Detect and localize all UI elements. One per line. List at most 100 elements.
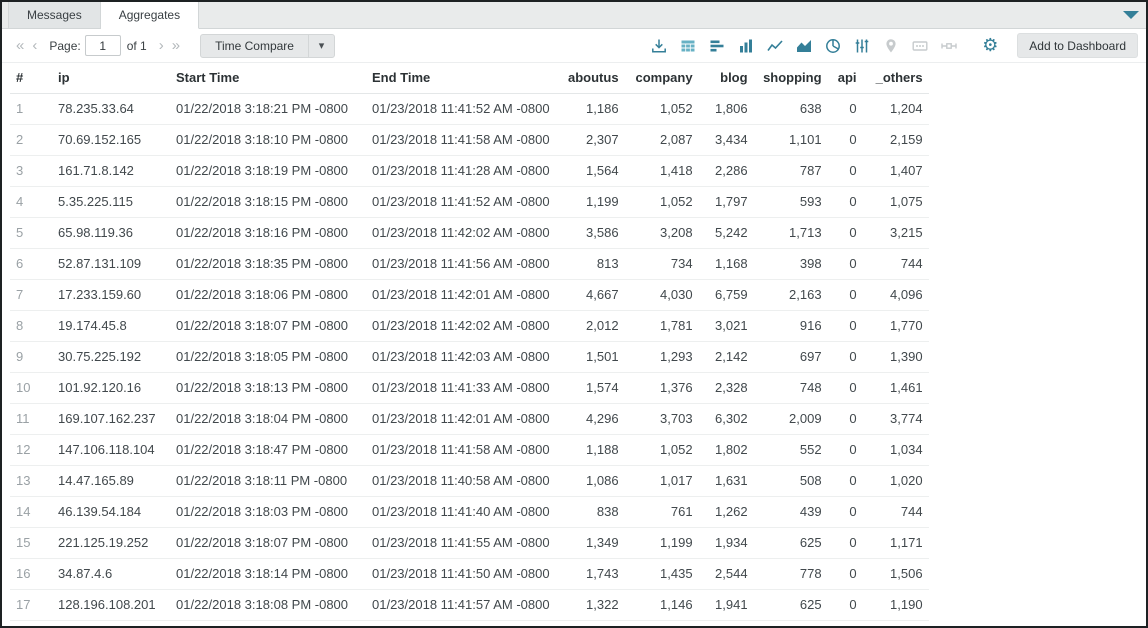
column-header-aboutus[interactable]: aboutus (562, 63, 625, 93)
cell-start-time: 01/22/2018 3:18:03 PM -0800 (170, 496, 366, 527)
cell-end-time: 01/23/2018 11:41:56 AM -0800 (366, 248, 562, 279)
cell-end-time: 01/23/2018 11:41:58 AM -0800 (366, 434, 562, 465)
cell-ip: 14.47.165.89 (52, 465, 170, 496)
column-header-end-time[interactable]: End Time (366, 63, 562, 93)
cell-api: 0 (828, 279, 863, 310)
cell-others: 3,215 (863, 217, 929, 248)
cell-blog: 1,941 (699, 589, 754, 620)
cell-aboutus: 1,188 (562, 434, 625, 465)
cell-end-time: 01/23/2018 11:40:58 AM -0800 (366, 465, 562, 496)
column-header-start-time[interactable]: Start Time (170, 63, 366, 93)
cell-api: 0 (828, 589, 863, 620)
cell-end-time: 01/23/2018 11:42:01 AM -0800 (366, 279, 562, 310)
cell-api: 0 (828, 403, 863, 434)
next-page-button[interactable]: › (155, 36, 168, 55)
cell-row-number: 1 (10, 93, 52, 124)
tab-aggregates[interactable]: Aggregates (101, 2, 199, 29)
column-header-others[interactable]: _others (863, 63, 929, 93)
column-header-ip[interactable]: ip (52, 63, 170, 93)
time-compare-dropdown[interactable]: ▾ (308, 35, 334, 57)
table-row[interactable]: 819.174.45.801/22/2018 3:18:07 PM -08000… (10, 310, 929, 341)
page-number-input[interactable] (85, 35, 121, 56)
cell-blog: 1,802 (699, 434, 754, 465)
cell-ip: 147.106.118.104 (52, 434, 170, 465)
cell-shopping: 2,009 (754, 403, 828, 434)
cell-row-number: 3 (10, 155, 52, 186)
cell-end-time: 01/23/2018 11:41:55 AM -0800 (366, 527, 562, 558)
cell-start-time: 01/22/2018 3:18:06 PM -0800 (170, 279, 366, 310)
cell-aboutus: 1,322 (562, 589, 625, 620)
cell-api: 0 (828, 341, 863, 372)
cell-ip: 221.125.19.252 (52, 527, 170, 558)
cell-start-time: 01/22/2018 3:18:21 PM -0800 (170, 93, 366, 124)
table-row[interactable]: 10101.92.120.1601/22/2018 3:18:13 PM -08… (10, 372, 929, 403)
cell-aboutus: 1,501 (562, 341, 625, 372)
cell-shopping: 2,163 (754, 279, 828, 310)
toolbar: « ‹ Page: of 1 › » Time Compare ▾ ⚙Add t… (2, 29, 1146, 63)
cell-others: 1,034 (863, 434, 929, 465)
tab-messages[interactable]: Messages (8, 2, 101, 28)
table-row[interactable]: 930.75.225.19201/22/2018 3:18:05 PM -080… (10, 341, 929, 372)
cell-ip: 17.233.159.60 (52, 279, 170, 310)
pie-chart-icon[interactable] (821, 34, 845, 58)
table-row[interactable]: 270.69.152.16501/22/2018 3:18:10 PM -080… (10, 124, 929, 155)
cell-others: 1,075 (863, 186, 929, 217)
cell-api: 0 (828, 310, 863, 341)
cell-company: 3,703 (625, 403, 699, 434)
table-row[interactable]: 565.98.119.3601/22/2018 3:18:16 PM -0800… (10, 217, 929, 248)
table-row[interactable]: 45.35.225.11501/22/2018 3:18:15 PM -0800… (10, 186, 929, 217)
table-row[interactable]: 1446.139.54.18401/22/2018 3:18:03 PM -08… (10, 496, 929, 527)
table-view-icon[interactable] (676, 34, 700, 58)
cell-ip: 161.71.8.142 (52, 155, 170, 186)
column-header-blog[interactable]: blog (699, 63, 754, 93)
first-page-button[interactable]: « (12, 36, 28, 55)
cell-aboutus: 4,296 (562, 403, 625, 434)
column-header-row-number[interactable]: # (10, 63, 52, 93)
cell-company: 1,199 (625, 527, 699, 558)
cell-end-time: 01/23/2018 11:42:01 AM -0800 (366, 403, 562, 434)
table-row[interactable]: 17128.196.108.20101/22/2018 3:18:08 PM -… (10, 589, 929, 620)
settings-gear-icon[interactable]: ⚙ (978, 34, 1002, 58)
cell-blog: 3,021 (699, 310, 754, 341)
cell-others: 1,171 (863, 527, 929, 558)
column-header-company[interactable]: company (625, 63, 699, 93)
cell-row-number: 17 (10, 589, 52, 620)
cell-others: 1,770 (863, 310, 929, 341)
collapse-panel-icon[interactable] (1123, 11, 1139, 19)
table-row[interactable]: 717.233.159.6001/22/2018 3:18:06 PM -080… (10, 279, 929, 310)
area-chart-icon[interactable] (792, 34, 816, 58)
bar-chart-icon[interactable] (705, 34, 729, 58)
box-plot-icon[interactable] (850, 34, 874, 58)
cell-end-time: 01/23/2018 11:42:03 AM -0800 (366, 341, 562, 372)
page-label: Page: (49, 39, 80, 53)
export-icon[interactable] (647, 34, 671, 58)
table-row[interactable]: 15221.125.19.25201/22/2018 3:18:07 PM -0… (10, 527, 929, 558)
table-row[interactable]: 652.87.131.10901/22/2018 3:18:35 PM -080… (10, 248, 929, 279)
cell-ip: 128.196.108.201 (52, 589, 170, 620)
cell-others: 3,774 (863, 403, 929, 434)
add-to-dashboard-button[interactable]: Add to Dashboard (1017, 33, 1138, 58)
cell-company: 1,052 (625, 93, 699, 124)
column-chart-icon[interactable] (734, 34, 758, 58)
cell-row-number: 9 (10, 341, 52, 372)
cell-company: 2,087 (625, 124, 699, 155)
cell-start-time: 01/22/2018 3:18:07 PM -0800 (170, 527, 366, 558)
cell-api: 0 (828, 434, 863, 465)
column-header-api[interactable]: api (828, 63, 863, 93)
column-header-shopping[interactable]: shopping (754, 63, 828, 93)
cell-ip: 46.139.54.184 (52, 496, 170, 527)
table-row[interactable]: 178.235.33.6401/22/2018 3:18:21 PM -0800… (10, 93, 929, 124)
cell-start-time: 01/22/2018 3:18:04 PM -0800 (170, 403, 366, 434)
table-row[interactable]: 12147.106.118.10401/22/2018 3:18:47 PM -… (10, 434, 929, 465)
cell-api: 0 (828, 217, 863, 248)
last-page-button[interactable]: » (168, 36, 184, 55)
cell-end-time: 01/23/2018 11:41:52 AM -0800 (366, 186, 562, 217)
previous-page-button[interactable]: ‹ (28, 36, 41, 55)
time-compare-button[interactable]: Time Compare ▾ (200, 34, 335, 58)
table-row[interactable]: 1634.87.4.601/22/2018 3:18:14 PM -080001… (10, 558, 929, 589)
table-row[interactable]: 11169.107.162.23701/22/2018 3:18:04 PM -… (10, 403, 929, 434)
line-chart-icon[interactable] (763, 34, 787, 58)
cell-end-time: 01/23/2018 11:41:52 AM -0800 (366, 93, 562, 124)
table-row[interactable]: 3161.71.8.14201/22/2018 3:18:19 PM -0800… (10, 155, 929, 186)
table-row[interactable]: 1314.47.165.8901/22/2018 3:18:11 PM -080… (10, 465, 929, 496)
